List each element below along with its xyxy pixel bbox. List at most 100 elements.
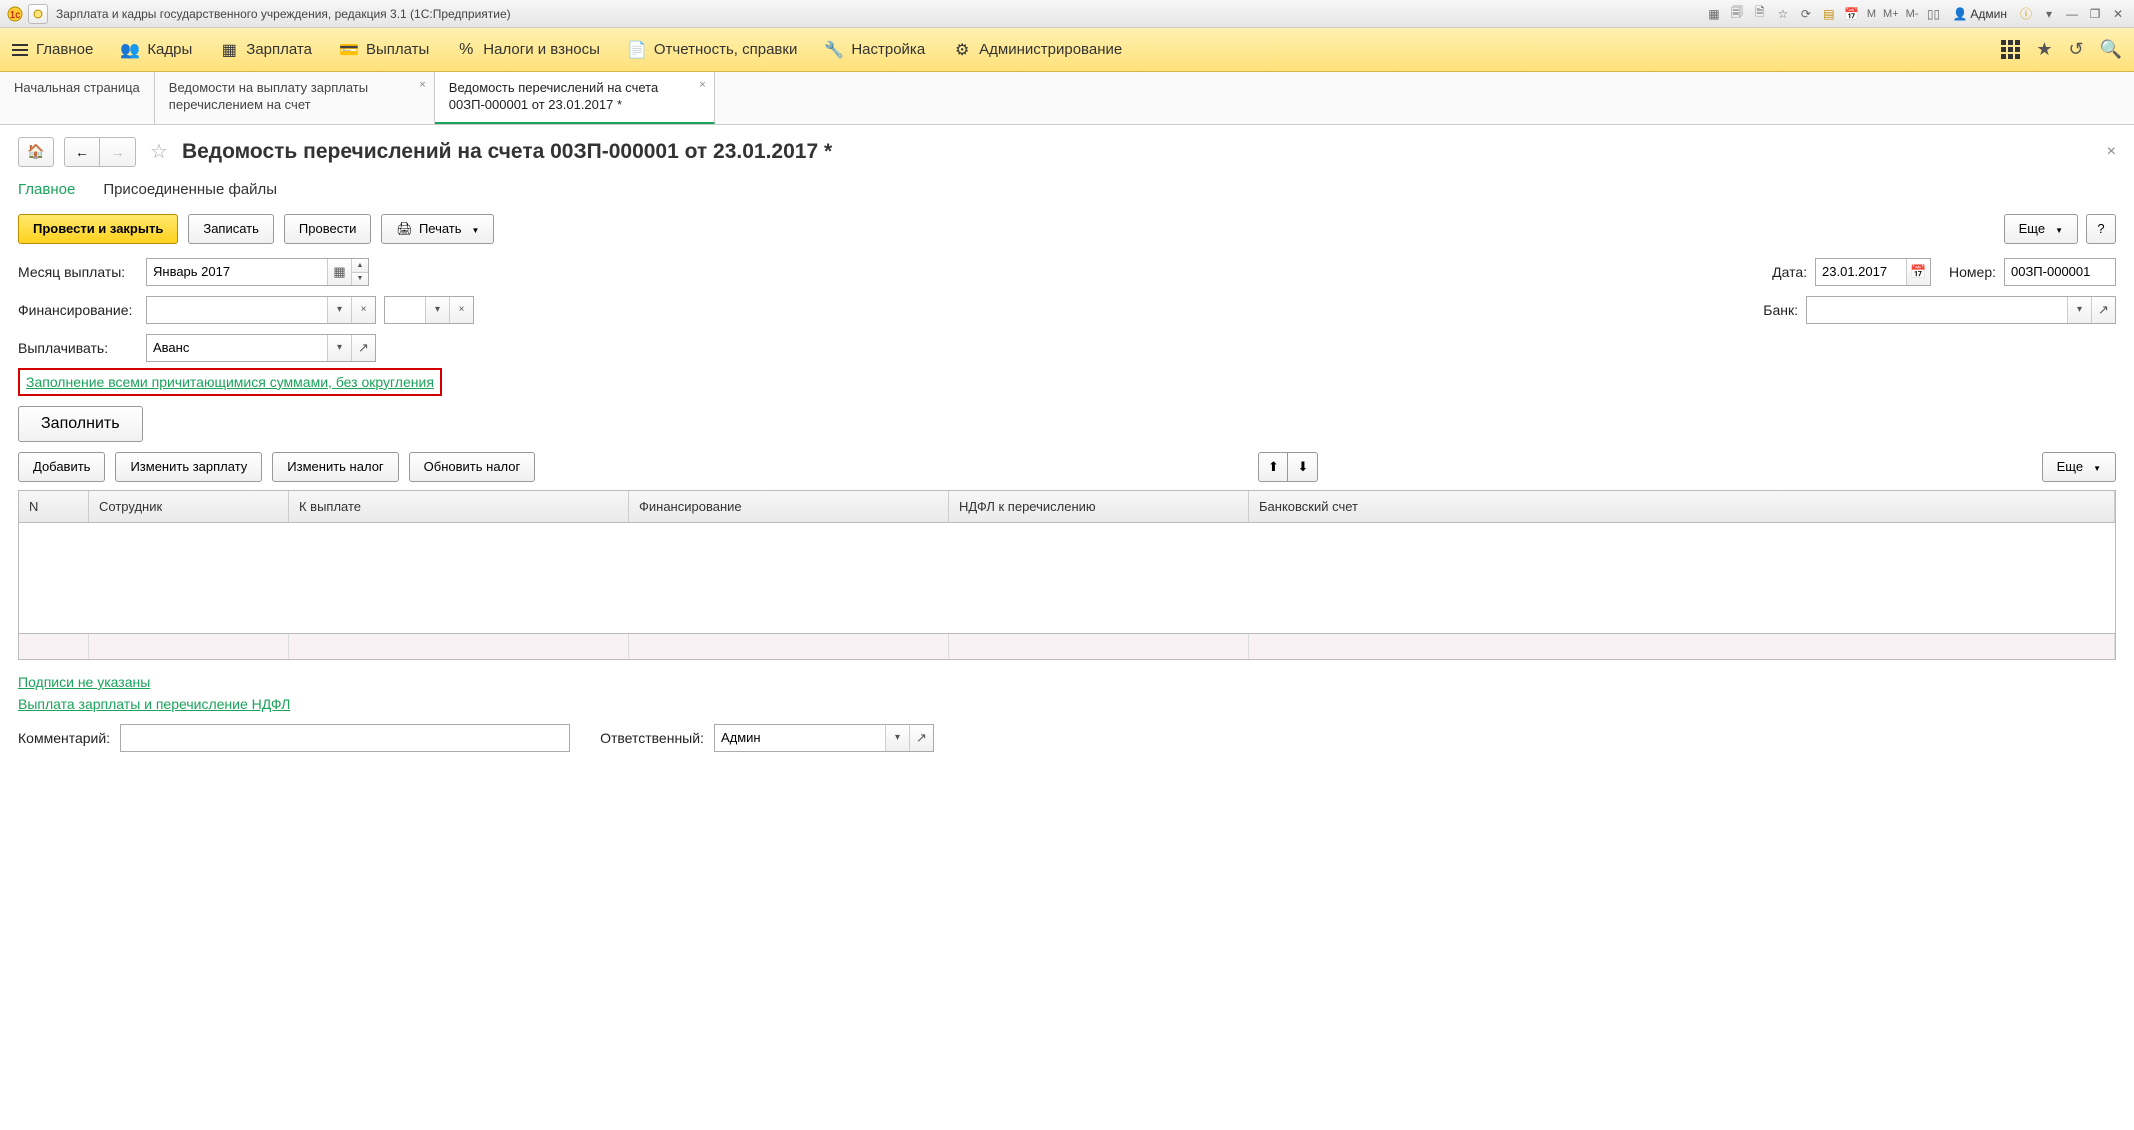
page-close-icon[interactable]: × [2107, 143, 2116, 161]
grid-body[interactable] [19, 523, 2115, 633]
page-title: Ведомость перечислений на счета 00ЗП-000… [182, 140, 832, 164]
edit-tax-button[interactable]: Изменить налог [272, 452, 398, 482]
transfer-link[interactable]: Выплата зарплаты и перечисление НДФЛ [18, 696, 2116, 712]
info-icon[interactable]: ⓘ [2016, 4, 2036, 24]
month-input-wrap: ▦ ▲ ▼ [146, 258, 369, 286]
col-bank[interactable]: Банковский счет [1249, 491, 2115, 522]
chevron-down-icon [468, 221, 480, 236]
open-button[interactable]: ↗ [909, 725, 933, 751]
move-down-button[interactable]: ⬇ [1288, 452, 1318, 482]
tab-vedomosti[interactable]: Ведомости на выплату зарплаты перечислен… [155, 72, 435, 124]
menu-admin[interactable]: ⚙ Администрирование [953, 41, 1122, 59]
dropdown-button[interactable]: ▾ [2067, 297, 2091, 323]
signatures-link[interactable]: Подписи не указаны [18, 674, 2116, 690]
month-input[interactable] [147, 259, 327, 285]
menu-main[interactable]: Главное [12, 41, 93, 58]
edit-salary-button[interactable]: Изменить зарплату [115, 452, 262, 482]
fill-settings-link[interactable]: Заполнение всеми причитающимися суммами,… [26, 374, 434, 390]
maximize-icon[interactable]: ❐ [2085, 4, 2105, 24]
post-close-button[interactable]: Провести и закрыть [18, 214, 178, 244]
forward-button[interactable]: → [100, 137, 136, 167]
subnav-main[interactable]: Главное [18, 177, 75, 202]
menu-otchet[interactable]: 📄 Отчетность, справки [628, 41, 797, 59]
col-payout[interactable]: К выплате [289, 491, 629, 522]
col-employee[interactable]: Сотрудник [89, 491, 289, 522]
more-button[interactable]: Еще [2004, 214, 2078, 244]
m-button[interactable]: M [1865, 4, 1878, 24]
tb-action-icon[interactable]: ▦ [1704, 4, 1724, 24]
close-icon[interactable]: ✕ [2108, 4, 2128, 24]
page-header: 🏠 ← → ☆ Ведомость перечислений на счета … [18, 137, 2116, 167]
num-input[interactable] [2005, 259, 2115, 285]
subnav-files[interactable]: Присоединенные файлы [103, 177, 277, 202]
fin2-input[interactable] [385, 297, 425, 323]
spinner-down[interactable]: ▼ [352, 272, 368, 285]
responsible-input[interactable] [715, 725, 885, 751]
move-up-button[interactable]: ⬆ [1258, 452, 1288, 482]
history-icon[interactable]: ↺ [2068, 39, 2083, 60]
tab-home[interactable]: Начальная страница [0, 72, 155, 124]
panel-icon[interactable]: ▯▯ [1923, 4, 1943, 24]
bank-label: Банк: [1763, 302, 1798, 318]
open-button[interactable]: ↗ [351, 335, 375, 361]
dropdown-button[interactable]: ▾ [327, 335, 351, 361]
minimize-icon[interactable]: — [2062, 4, 2082, 24]
write-button[interactable]: Записать [188, 214, 274, 244]
m-minus-button[interactable]: M- [1904, 4, 1921, 24]
date-input[interactable] [1816, 259, 1906, 285]
dropdown-button[interactable]: ▾ [425, 297, 449, 323]
search-icon[interactable]: 🔍 [2100, 39, 2122, 60]
update-tax-button[interactable]: Обновить налог [409, 452, 536, 482]
table-more-button[interactable]: Еще [2042, 452, 2116, 482]
fin-input[interactable] [147, 297, 327, 323]
col-ndfl[interactable]: НДФЛ к перечислению [949, 491, 1249, 522]
menu-nastr[interactable]: 🔧 Настройка [825, 41, 925, 59]
tab-document[interactable]: Ведомость перечислений на счета 00ЗП-000… [435, 72, 715, 124]
menu-label: Кадры [147, 41, 192, 58]
menu-nalogi[interactable]: % Налоги и взносы [457, 41, 600, 59]
print-button[interactable]: 🖨 Печать [381, 214, 494, 244]
m-plus-button[interactable]: M+ [1881, 4, 1901, 24]
calculator-icon[interactable]: ▤ [1819, 4, 1839, 24]
tb-action-icon[interactable]: ⟳ [1796, 4, 1816, 24]
spinner-up[interactable]: ▲ [352, 259, 368, 272]
tab-close-icon[interactable]: × [699, 78, 705, 92]
apps-icon[interactable] [2001, 40, 2020, 59]
post-button[interactable]: Провести [284, 214, 372, 244]
calendar-icon[interactable]: 📅 [1906, 259, 1930, 285]
calendar-picker-icon[interactable]: ▦ [327, 259, 351, 285]
comment-input[interactable] [120, 724, 570, 752]
home-button[interactable]: 🏠 [18, 137, 54, 167]
add-button[interactable]: Добавить [18, 452, 105, 482]
favorite-star-icon[interactable]: ☆ [150, 139, 168, 164]
print-label: Печать [419, 221, 462, 236]
menu-zarplata[interactable]: ▦ Зарплата [220, 41, 312, 59]
col-n[interactable]: N [19, 491, 89, 522]
footer-cell [19, 634, 89, 659]
star-icon[interactable]: ★ [2036, 39, 2052, 60]
calendar-icon[interactable]: 📅 [1842, 4, 1862, 24]
pay-input[interactable] [147, 335, 327, 361]
fill-button[interactable]: Заполнить [18, 406, 143, 442]
tb-action-icon[interactable]: 🗎 [1750, 4, 1770, 24]
menu-vyplaty[interactable]: 💳 Выплаты [340, 41, 429, 59]
back-button[interactable]: ← [64, 137, 100, 167]
grid: N Сотрудник К выплате Финансирование НДФ… [18, 490, 2116, 660]
dropdown-caret[interactable]: ▾ [2039, 4, 2059, 24]
user-chip[interactable]: 👤 Админ [1946, 7, 2013, 21]
favorite-icon[interactable]: ☆ [1773, 4, 1793, 24]
menu-kadry[interactable]: 👥 Кадры [121, 41, 192, 59]
comment-label: Комментарий: [18, 730, 110, 746]
dropdown-button[interactable]: ▾ [885, 725, 909, 751]
bank-input[interactable] [1807, 297, 2067, 323]
help-button[interactable]: ? [2086, 214, 2116, 244]
col-financing[interactable]: Финансирование [629, 491, 949, 522]
titlebar-dropdown-button[interactable] [28, 4, 48, 24]
open-button[interactable]: ↗ [2091, 297, 2115, 323]
tab-close-icon[interactable]: × [419, 78, 425, 92]
dropdown-button[interactable]: ▾ [327, 297, 351, 323]
window-titlebar: 1с Зарплата и кадры государственного учр… [0, 0, 2134, 28]
tb-action-icon[interactable]: 🗐 [1727, 4, 1747, 24]
clear-button[interactable]: × [351, 297, 375, 323]
clear-button[interactable]: × [449, 297, 473, 323]
